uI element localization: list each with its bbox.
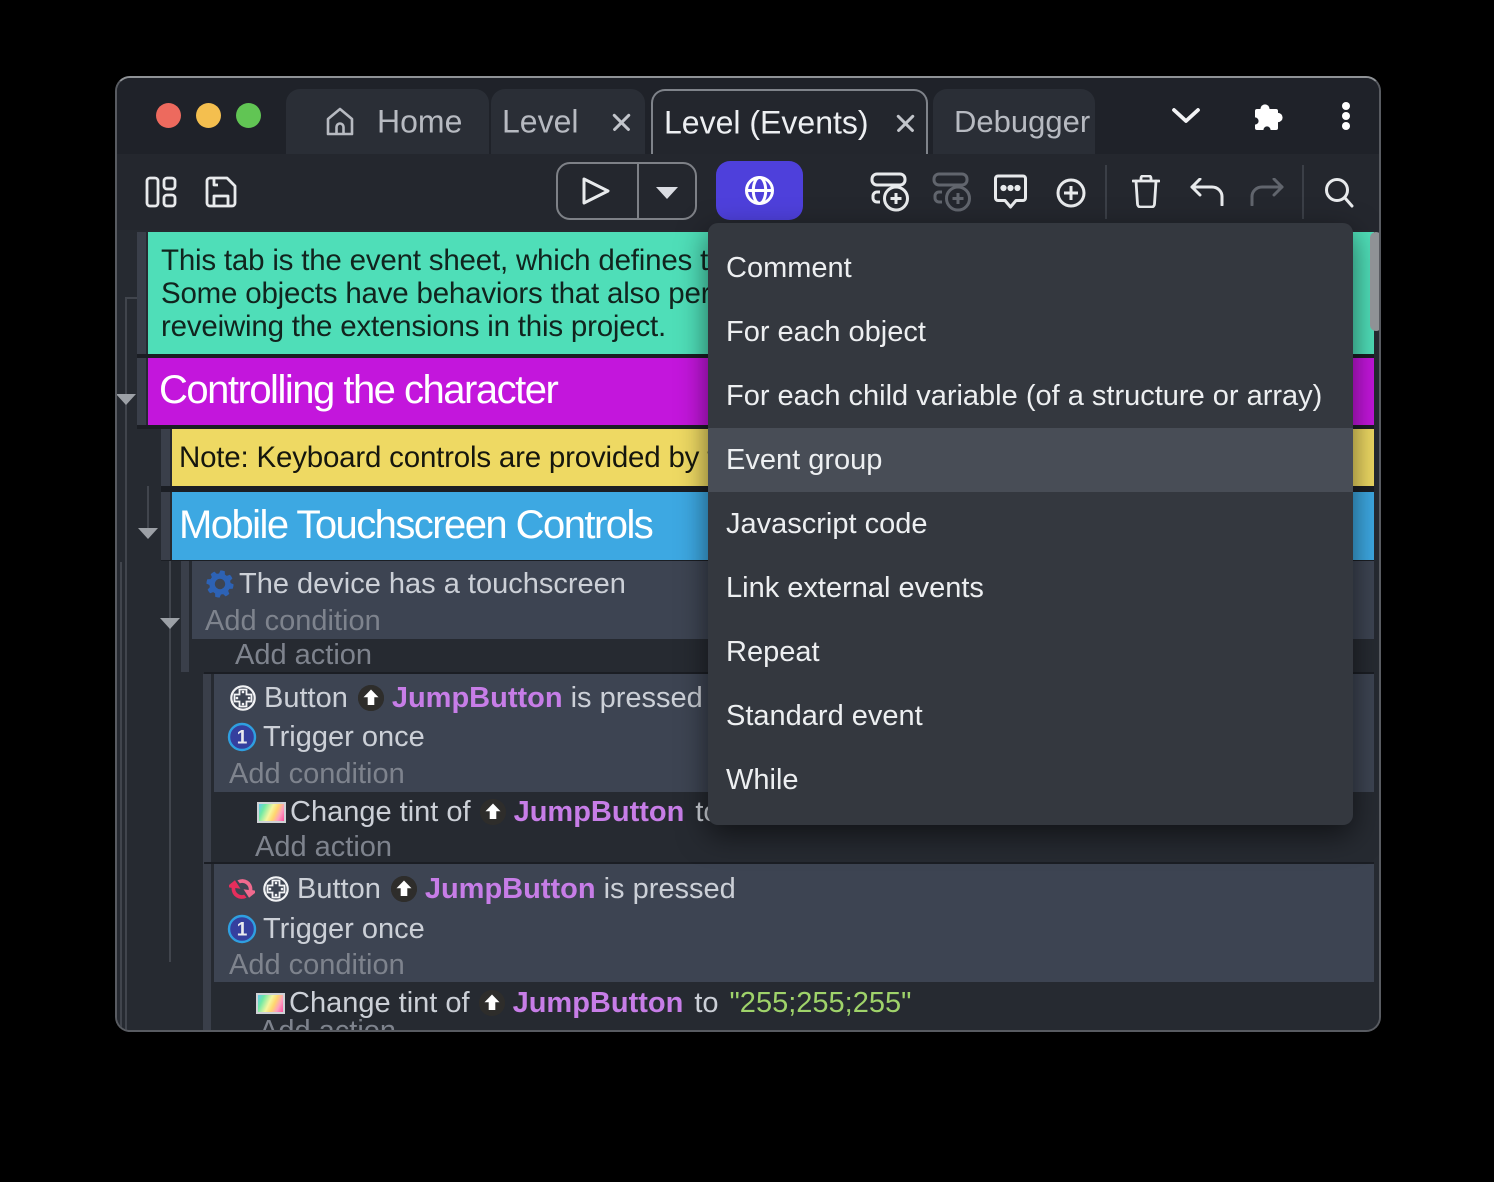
svg-text:1: 1: [237, 728, 248, 749]
svg-text:1: 1: [237, 920, 248, 941]
